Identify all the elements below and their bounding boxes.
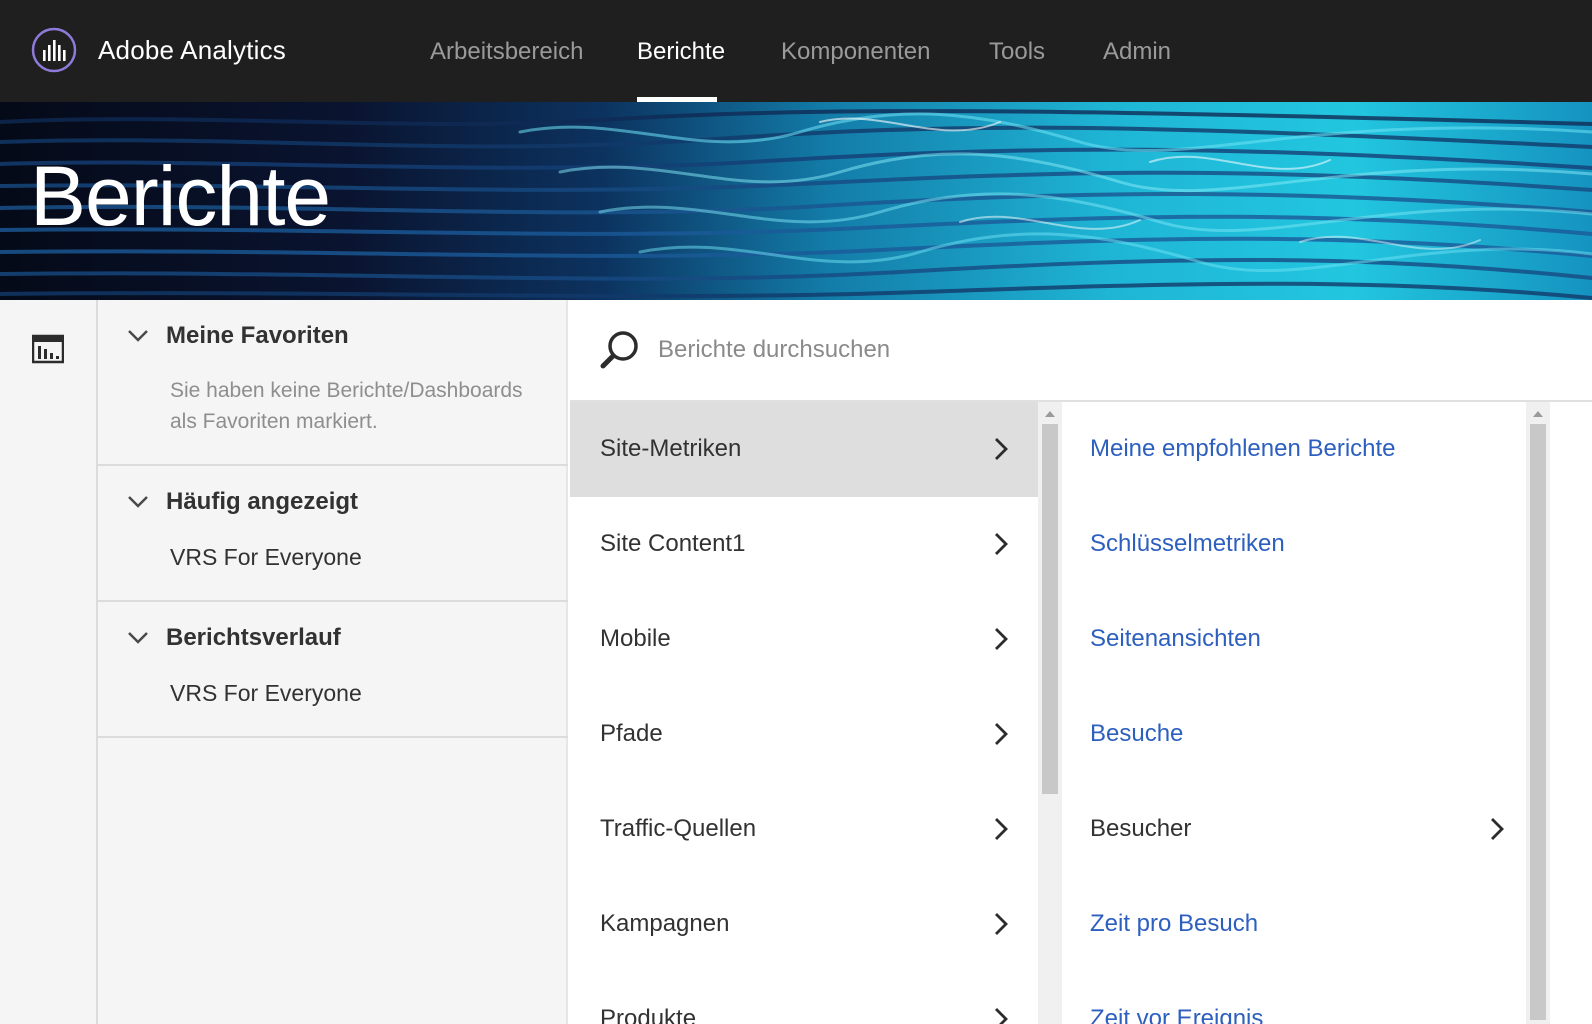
nav-item-komponenten[interactable]: Komponenten [781, 38, 930, 66]
report-link[interactable]: Zeit pro Besuch [1090, 910, 1258, 938]
category-label: Kampagnen [600, 910, 730, 937]
chevron-right-icon [995, 533, 1008, 555]
nav-item-berichte[interactable]: Berichte [637, 38, 725, 66]
search-input[interactable] [658, 328, 1258, 372]
category-label: Site-Metriken [600, 435, 742, 462]
report-folder-label: Besucher [1090, 815, 1192, 842]
reports-panel-icon[interactable] [32, 334, 64, 364]
frequently-viewed-item[interactable]: VRS For Everyone [170, 544, 362, 571]
category-label: Pfade [600, 720, 663, 747]
side-panel: Meine Favoriten Sie haben keine Berichte… [98, 300, 568, 1024]
category-item-traffic-quellen[interactable]: Traffic-Quellen [570, 782, 1038, 877]
section-header-report-history[interactable]: Berichtsverlauf [126, 624, 341, 652]
section-frequently-viewed: Häufig angezeigt VRS For Everyone [98, 466, 568, 602]
app-title[interactable]: Adobe Analytics [98, 35, 286, 66]
category-label: Traffic-Quellen [600, 815, 757, 842]
section-title: Berichtsverlauf [166, 624, 341, 651]
report-link[interactable]: Besuche [1090, 720, 1183, 748]
category-item-kampagnen[interactable]: Kampagnen [570, 877, 1038, 972]
report-item-visitors[interactable]: Besucher [1062, 782, 1526, 877]
adobe-analytics-logo-icon[interactable] [30, 26, 78, 74]
report-history-item[interactable]: VRS For Everyone [170, 680, 362, 707]
nav-item-admin[interactable]: Admin [1103, 38, 1171, 66]
right-empty-area [1550, 402, 1592, 1024]
chevron-right-icon [995, 818, 1008, 840]
scrollbar-thumb[interactable] [1530, 424, 1546, 1020]
chevron-right-icon [995, 1008, 1008, 1024]
page-title: Berichte [30, 149, 331, 243]
category-item-mobile[interactable]: Mobile [570, 592, 1038, 687]
report-link[interactable]: Schlüsselmetriken [1090, 530, 1285, 558]
category-label: Produkte [600, 1005, 697, 1024]
search-icon [600, 331, 638, 369]
search-bar [570, 300, 1592, 402]
chevron-down-icon [128, 330, 148, 342]
report-item-time-before-event[interactable]: Zeit vor Ereignis [1062, 972, 1526, 1024]
category-item-produkte[interactable]: Produkte [570, 972, 1038, 1024]
category-scrollbar[interactable] [1038, 402, 1062, 1024]
scroll-up-arrow-icon[interactable] [1045, 410, 1055, 418]
report-link[interactable]: Zeit vor Ereignis [1090, 1005, 1263, 1024]
report-item-time-per-visit[interactable]: Zeit pro Besuch [1062, 877, 1526, 972]
report-link[interactable]: Meine empfohlenen Berichte [1090, 435, 1396, 463]
top-navigation-bar: Adobe Analytics Arbeitsbereich Berichte … [0, 0, 1592, 102]
chevron-down-icon [128, 632, 148, 644]
section-favorites: Meine Favoriten Sie haben keine Berichte… [98, 300, 568, 466]
chevron-right-icon [1491, 818, 1504, 840]
scroll-up-arrow-icon[interactable] [1533, 410, 1543, 418]
section-header-favorites[interactable]: Meine Favoriten [126, 322, 349, 350]
left-rail [0, 300, 98, 1024]
category-label: Mobile [600, 625, 671, 652]
report-link[interactable]: Seitenansichten [1090, 625, 1261, 653]
report-category-list: Site-Metriken Site Content1 Mobile Pfade… [570, 402, 1038, 1024]
category-item-pfade[interactable]: Pfade [570, 687, 1038, 782]
category-item-site-content[interactable]: Site Content1 [570, 497, 1038, 592]
chevron-right-icon [995, 628, 1008, 650]
report-item-visits[interactable]: Besuche [1062, 687, 1526, 782]
report-item-page-views[interactable]: Seitenansichten [1062, 592, 1526, 687]
section-report-history: Berichtsverlauf VRS For Everyone [98, 602, 568, 738]
nav-item-tools[interactable]: Tools [989, 38, 1045, 66]
report-item-recommended[interactable]: Meine empfohlenen Berichte [1062, 402, 1526, 497]
chevron-right-icon [995, 438, 1008, 460]
category-item-site-metriken[interactable]: Site-Metriken [570, 402, 1038, 497]
scrollbar-thumb[interactable] [1042, 424, 1058, 794]
nav-item-arbeitsbereich[interactable]: Arbeitsbereich [430, 38, 583, 66]
report-list: Meine empfohlenen Berichte Schlüsselmetr… [1062, 402, 1526, 1024]
section-title: Meine Favoriten [166, 322, 349, 349]
report-scrollbar[interactable] [1526, 402, 1550, 1024]
chevron-right-icon [995, 913, 1008, 935]
report-item-key-metrics[interactable]: Schlüsselmetriken [1062, 497, 1526, 592]
chevron-right-icon [995, 723, 1008, 745]
section-title: Häufig angezeigt [166, 488, 359, 515]
chevron-down-icon [128, 496, 148, 508]
section-header-frequently-viewed[interactable]: Häufig angezeigt [126, 488, 358, 516]
favorites-empty-message: Sie haben keine Berichte/Dashboards als … [170, 379, 523, 433]
category-label: Site Content1 [600, 530, 746, 557]
